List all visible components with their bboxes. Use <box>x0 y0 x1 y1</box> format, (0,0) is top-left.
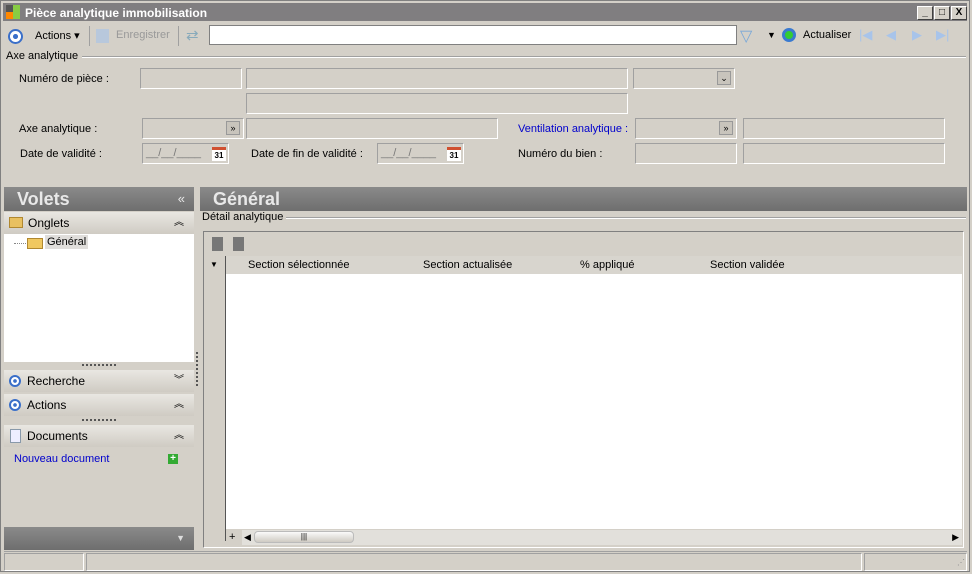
save-button[interactable]: Enregistrer <box>116 29 170 41</box>
onglets-section-header[interactable]: Onglets ︽ <box>4 212 194 234</box>
ventilation-combo[interactable]: » <box>635 118 737 139</box>
double-chevron-down-icon[interactable]: » <box>719 121 733 135</box>
double-chevron-up-icon[interactable]: ︽ <box>174 425 184 447</box>
filter-dropdown-icon[interactable]: ▼ <box>767 30 776 40</box>
ventilation-link[interactable]: Ventilation analytique : <box>518 123 628 135</box>
horizontal-scrollbar[interactable]: ◀ ||| ▶ <box>242 530 962 545</box>
actions-label: Actions <box>27 398 67 412</box>
actions-menu-button[interactable]: Actions ▾ <box>35 29 80 42</box>
documents-section-header[interactable]: Documents ︽ <box>4 425 194 447</box>
numero-bien-desc-field[interactable] <box>743 143 945 164</box>
grid-new-row-icon[interactable] <box>212 237 223 251</box>
actions-icon <box>8 29 23 44</box>
window-title: Pièce analytique immobilisation <box>25 6 208 20</box>
numero-piece-field[interactable] <box>140 68 242 89</box>
status-bar: ⋰ <box>4 551 967 571</box>
previous-record-icon[interactable]: ◀ <box>886 27 896 43</box>
resize-grip-icon[interactable]: ⋰ <box>957 558 965 567</box>
sync-icon[interactable]: ⇄ <box>186 26 199 44</box>
numero-piece-extra-field[interactable] <box>246 93 628 114</box>
calendar-icon[interactable]: 31 <box>212 147 226 161</box>
axe-analytique-combo[interactable]: » <box>142 118 244 139</box>
date-fin-validite-label: Date de fin de validité : <box>251 148 363 160</box>
recherche-label: Recherche <box>27 374 86 388</box>
axe-analytique-label: Axe analytique : <box>19 123 98 135</box>
search-panel-icon <box>9 375 21 387</box>
detail-grid: ▼ <box>203 231 964 548</box>
column-header-section-selectionnee[interactable]: Section sélectionnée <box>248 259 350 271</box>
folder-icon <box>9 217 23 228</box>
sidebar-footer: ▼ <box>4 527 194 550</box>
scroll-right-icon[interactable]: ▶ <box>952 532 959 543</box>
piece-type-combo[interactable]: ⌄ <box>633 68 735 89</box>
group-label: Axe analytique <box>6 50 79 62</box>
document-icon <box>10 429 21 443</box>
onglets-label: Onglets <box>28 216 70 230</box>
filter-icon[interactable]: ▽ <box>740 26 752 46</box>
new-document-link[interactable]: Nouveau document <box>14 453 109 465</box>
status-panel <box>4 553 84 571</box>
refresh-button[interactable]: Actualiser <box>803 29 851 41</box>
refresh-icon <box>782 28 796 42</box>
add-document-icon[interactable]: + <box>168 454 178 464</box>
app-icon <box>6 5 20 19</box>
numero-piece-label: Numéro de pièce : <box>19 73 109 85</box>
numero-bien-label: Numéro du bien : <box>518 148 603 160</box>
scroll-left-icon[interactable]: ◀ <box>244 532 251 543</box>
documents-label: Documents <box>27 429 88 443</box>
date-mask: __/__/____ <box>146 147 202 159</box>
ventilation-desc-field[interactable] <box>743 118 945 139</box>
close-button[interactable]: X <box>951 6 967 20</box>
recherche-section-header[interactable]: Recherche ︾ <box>4 370 194 392</box>
first-record-icon[interactable]: |◀ <box>859 27 872 43</box>
scrollbar-thumb[interactable]: ||| <box>254 531 354 543</box>
date-validite-field[interactable]: __/__/____ 31 <box>142 143 229 164</box>
search-input[interactable] <box>209 25 737 45</box>
sidebar-header: Volets « <box>4 187 194 211</box>
date-fin-validite-field[interactable]: __/__/____ 31 <box>377 143 464 164</box>
tabs-tree: Général <box>4 234 194 362</box>
tree-item-general[interactable]: Général <box>45 235 89 249</box>
numero-bien-field[interactable] <box>635 143 737 164</box>
actions-panel-icon <box>9 399 21 411</box>
actions-label: Actions <box>35 30 72 42</box>
status-panel <box>864 553 967 571</box>
calendar-icon[interactable]: 31 <box>447 147 461 161</box>
minimize-button[interactable]: _ <box>917 6 933 20</box>
maximize-button[interactable]: □ <box>934 6 950 20</box>
double-chevron-up-icon[interactable]: ︽ <box>174 212 184 234</box>
sidebar-title: Volets <box>17 189 70 209</box>
numero-piece-desc-field[interactable] <box>246 68 628 89</box>
column-header-section-validee[interactable]: Section validée <box>710 259 785 271</box>
sidebar-menu-icon[interactable]: ▼ <box>176 533 185 543</box>
date-mask: __/__/____ <box>381 147 437 159</box>
expand-all-button[interactable]: + <box>229 531 235 543</box>
grid-edit-row-icon[interactable] <box>233 237 244 251</box>
open-folder-icon <box>27 238 43 249</box>
next-record-icon[interactable]: ▶ <box>912 27 922 43</box>
save-icon <box>96 29 109 43</box>
double-chevron-up-icon[interactable]: ︽ <box>174 394 184 416</box>
actions-section-header[interactable]: Actions ︽ <box>4 394 194 416</box>
column-header-section-actualisee[interactable]: Section actualisée <box>423 259 512 271</box>
main-header: Général <box>200 187 967 211</box>
column-header-pourcentage-applique[interactable]: % appliqué <box>580 259 634 271</box>
detail-group-label: Détail analytique <box>202 211 284 223</box>
axe-analytique-desc-field[interactable] <box>246 118 498 139</box>
double-chevron-down-icon[interactable]: ︾ <box>174 370 184 392</box>
title-bar: Pièce analytique immobilisation _ □ X <box>3 3 967 21</box>
date-validite-label: Date de validité : <box>20 148 102 160</box>
splitter-handle[interactable] <box>196 352 198 386</box>
last-record-icon[interactable]: ▶| <box>936 27 949 43</box>
collapse-sidebar-icon[interactable]: « <box>178 187 185 211</box>
status-panel <box>86 553 862 571</box>
chevron-down-icon[interactable]: ⌄ <box>717 71 731 85</box>
grid-row-selector-icon[interactable]: ▼ <box>210 260 218 269</box>
double-chevron-down-icon[interactable]: » <box>226 121 240 135</box>
